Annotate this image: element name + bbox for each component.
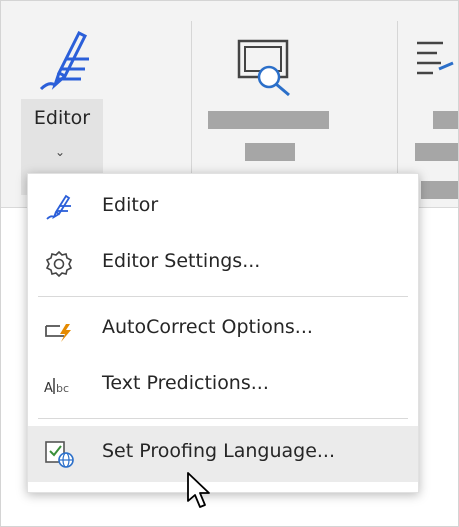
ribbon-label-placeholder <box>245 143 295 161</box>
svg-text:A: A <box>44 381 53 396</box>
menu-item-autocorrect-options[interactable]: AutoCorrect Options... <box>28 302 418 358</box>
ribbon-label-placeholder <box>433 111 458 129</box>
menu-item-label: AutoCorrect Options... <box>102 316 313 338</box>
menu-item-text-predictions[interactable]: A bc Text Predictions... <box>28 358 418 414</box>
document-lines-icon[interactable] <box>413 37 459 93</box>
editor-pen-icon <box>46 194 71 220</box>
screen-search-icon[interactable] <box>233 37 303 99</box>
menu-divider <box>38 296 408 297</box>
editor-pen-icon <box>39 30 89 91</box>
editor-dropdown-menu: Editor Editor Settings... AutoCorrect Op… <box>27 173 419 493</box>
app-frame: Editor ⌄ Editor Editor Settings... AutoC… <box>0 0 459 527</box>
ribbon-label-placeholder <box>421 181 458 199</box>
menu-item-editor[interactable]: Editor <box>28 180 418 236</box>
ribbon-label-placeholder <box>208 111 329 129</box>
editor-button-label: Editor <box>33 107 91 129</box>
ribbon-separator <box>397 21 398 181</box>
mouse-pointer-icon <box>187 472 210 508</box>
chevron-down-icon: ⌄ <box>55 145 66 159</box>
gear-icon <box>45 250 73 278</box>
menu-item-label: Editor <box>102 194 159 216</box>
editor-ribbon-button[interactable]: Editor ⌄ <box>15 25 105 195</box>
text-predictions-icon: A bc <box>44 378 69 396</box>
autocorrect-icon <box>45 324 71 342</box>
menu-divider <box>38 418 408 419</box>
menu-item-label: Set Proofing Language... <box>102 440 336 462</box>
menu-item-label: Editor Settings... <box>102 250 261 272</box>
menu-item-editor-settings[interactable]: Editor Settings... <box>28 236 418 292</box>
ribbon-separator <box>191 21 192 181</box>
menu-item-label: Text Predictions... <box>102 372 269 394</box>
menu-item-set-proofing-language[interactable]: Set Proofing Language... <box>28 426 418 482</box>
svg-text:bc: bc <box>56 382 69 395</box>
ribbon-label-placeholder <box>415 143 458 161</box>
proofing-language-icon <box>45 441 74 468</box>
